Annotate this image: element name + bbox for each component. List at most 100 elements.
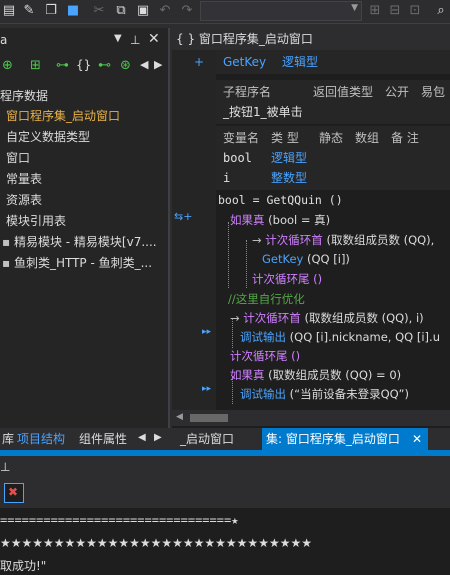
copy2-icon[interactable]: ⧉	[112, 2, 130, 20]
tree-item[interactable]: 程序数据	[0, 86, 170, 106]
header-cell: 变量名	[223, 131, 260, 145]
tree-item[interactable]: ▪ 鱼刺类_HTTP - 鱼刺类_...	[0, 253, 170, 273]
sub-type-cell[interactable]: 逻辑型	[277, 52, 347, 72]
tree-item[interactable]: 资源表	[0, 190, 170, 210]
add-res-icon[interactable]: ⊛	[120, 58, 131, 73]
sub-name-cell[interactable]: GetKey	[218, 52, 273, 72]
header-cell: 数组	[355, 131, 380, 145]
project-panel: a ▼ ⊥ ✕ ⊕ ⊞ ⊶ {} ⊷ ⊛ ◀ ▶ 程序数据 窗口程序集_启动窗口…	[0, 28, 170, 428]
tree-item-label: 精易模块 - 精易模块[v7....	[13, 235, 157, 249]
header-cell: 类 型	[271, 131, 299, 145]
code-text: (取数组成员数 (QQ),	[322, 233, 435, 247]
output-line: 取成功!"	[0, 559, 47, 573]
expand-icon[interactable]: +	[194, 55, 204, 69]
add-var-icon[interactable]: ⊶	[56, 58, 69, 73]
tree-item[interactable]: 自定义数据类型	[0, 127, 170, 147]
var-type-cell[interactable]: 整数型	[266, 168, 326, 188]
code-line[interactable]: 调试输出 (“当前设备未登录QQ”)	[240, 384, 409, 404]
pin-icon[interactable]: ⊥	[130, 33, 140, 47]
tree-item[interactable]: 常量表	[0, 169, 170, 189]
tree-item-label: 资源表	[6, 193, 43, 207]
code-text: (QQ [i])	[303, 252, 350, 266]
location-dropdown[interactable]: ▼	[200, 1, 362, 21]
clear-output-button[interactable]: ✖	[4, 483, 24, 503]
code-text: bool = GetQQuin ()	[218, 193, 343, 207]
tab-label: 集: 窗口程序集_启动窗口	[266, 432, 400, 446]
code-line[interactable]: GetKey (QQ [i])	[262, 249, 350, 269]
code-line[interactable]: 如果真 (bool = 真)	[230, 210, 330, 230]
tab-prev-icon[interactable]: ◀	[138, 432, 146, 443]
redo-icon[interactable]: ↷	[178, 2, 196, 20]
code-line[interactable]: 如果真 (取数组成员数 (QQ) = 0)	[230, 365, 401, 385]
close-icon[interactable]: ✕	[148, 31, 160, 47]
code-text: (bool = 真)	[264, 213, 331, 227]
save-icon[interactable]: ■	[64, 2, 82, 20]
code-function: 调试输出	[240, 330, 286, 344]
code-keyword: 如果真	[230, 368, 265, 382]
code-line[interactable]: → 计次循环首 (取数组成员数 (QQ),	[252, 230, 434, 250]
toolbar-icon-c[interactable]: ⊡	[406, 2, 424, 20]
code-line[interactable]: 调试输出 (QQ [i].nickname, QQ [i].u	[240, 327, 440, 347]
add-icon[interactable]: ⊕	[2, 58, 13, 73]
tab-component-props[interactable]: 组件属性	[75, 428, 131, 450]
close-icon[interactable]: ✕	[412, 428, 422, 450]
code-line[interactable]: → 计次循环首 (取数组成员数 (QQ), i)	[230, 308, 424, 328]
pin-icon[interactable]: ⊥	[0, 460, 10, 474]
output-toolbar: ✖	[0, 481, 450, 508]
add-sub-icon[interactable]: ⊞	[30, 58, 41, 73]
new-icon[interactable]: ✎	[20, 2, 38, 20]
next-icon[interactable]: ▶	[154, 58, 162, 71]
code-keyword: 计次循环首	[265, 233, 323, 247]
toolbar-icon-a[interactable]: ⊞	[366, 2, 384, 20]
horizontal-scrollbar[interactable]: ◀	[172, 410, 450, 426]
search-icon[interactable]: ⌕	[432, 2, 450, 20]
undo-icon[interactable]: ↶	[156, 2, 174, 20]
tab-active-assembly[interactable]: 集: 窗口程序集_启动窗口 ✕	[262, 428, 428, 450]
prev-icon[interactable]: ◀	[140, 58, 148, 71]
tab-project-structure[interactable]: 项目结构	[13, 428, 69, 450]
accent-strip	[0, 450, 450, 456]
cut-icon[interactable]: ✂	[90, 2, 108, 20]
add-const-icon[interactable]: ⊷	[98, 58, 111, 73]
tree-item[interactable]: 窗口程序集_启动窗口	[0, 106, 170, 126]
editor-title: 窗口程序集_启动窗口	[198, 32, 313, 46]
paste-icon[interactable]: ▣	[134, 2, 152, 20]
step-icon[interactable]: ▸▸	[202, 384, 211, 394]
tree-item[interactable]: 模块引用表	[0, 211, 170, 231]
code-keyword: 计次循环尾 ()	[252, 272, 323, 286]
code-keyword: 计次循环尾 ()	[230, 349, 301, 363]
step-icon[interactable]: ▸▸	[202, 327, 211, 337]
clear-icon: ✖	[8, 485, 19, 499]
code-line[interactable]: 计次循环尾 ()	[252, 269, 322, 289]
var-name-cell[interactable]: i	[218, 168, 266, 188]
breakpoint-icon[interactable]: ⇆+	[174, 210, 192, 223]
copy-icon[interactable]: ❐	[42, 2, 60, 20]
open-icon[interactable]: ▤	[0, 2, 18, 20]
var-type-cell[interactable]: 逻辑型	[266, 148, 326, 168]
braces-icon[interactable]: {}	[76, 58, 91, 72]
toolbar-icon-b[interactable]: ⊟	[386, 2, 404, 20]
code-comment: //这里自行优化	[228, 292, 305, 306]
code-line[interactable]: 计次循环尾 ()	[230, 346, 300, 366]
tree-item-label: 程序数据	[0, 89, 49, 103]
splitter[interactable]	[168, 28, 170, 428]
scroll-thumb[interactable]	[190, 414, 228, 422]
code-line[interactable]: bool = GetQQuin ()	[218, 190, 343, 210]
tree-item[interactable]: 窗口	[0, 148, 170, 168]
header-cell: 静态	[319, 131, 344, 145]
code-editor[interactable]: { } 窗口程序集_启动窗口 + GetKey 逻辑型 子程序名 返回值类型 公…	[172, 28, 450, 428]
var-name-cell[interactable]: bool	[218, 148, 266, 168]
tab-label: 项目结构	[17, 432, 66, 446]
tab-start-window[interactable]: _启动窗口	[176, 428, 238, 450]
code-keyword: 如果真	[230, 213, 265, 227]
code-keyword: 计次循环首	[243, 311, 301, 325]
code-line[interactable]: //这里自行优化	[228, 289, 305, 309]
dropdown-icon[interactable]: ▼	[114, 33, 122, 44]
output-line: ================================★	[0, 513, 239, 527]
scroll-left-icon[interactable]: ◀	[176, 412, 183, 422]
tree-item[interactable]: ▪ 精易模块 - 精易模块[v7....	[0, 232, 170, 252]
sub-name-value[interactable]: _按钮1_被单击	[218, 102, 368, 122]
tab-next-icon[interactable]: ▶	[154, 432, 162, 443]
gutter	[172, 50, 216, 422]
editor-title-bar: { } 窗口程序集_启动窗口	[172, 28, 450, 50]
